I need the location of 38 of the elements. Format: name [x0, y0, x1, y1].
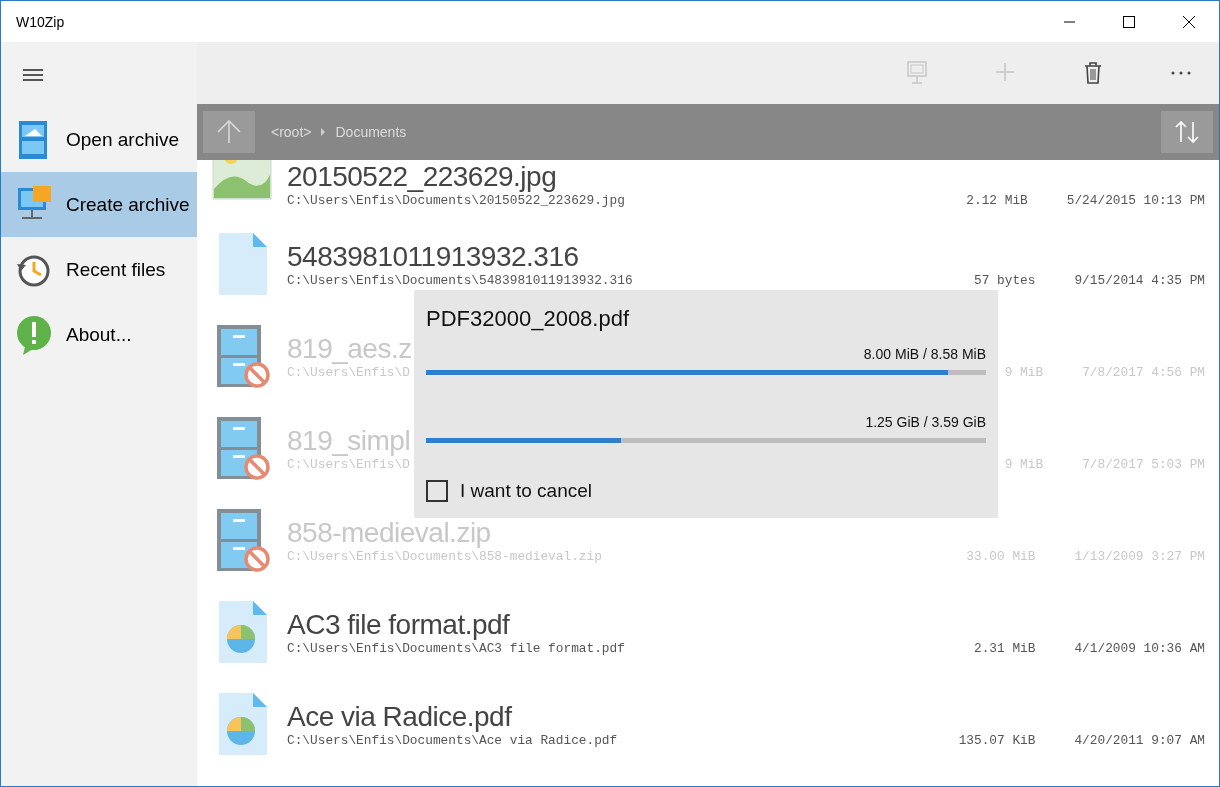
sidebar-item[interactable]: Create archive [1, 172, 197, 237]
file-path: C:\Users\Enfis\Documents\5483981011913932.316 [287, 274, 633, 288]
sort-button[interactable] [1161, 111, 1213, 153]
sort-icon [1174, 120, 1200, 144]
file-name[interactable]: 20150522_223629.jpg [287, 160, 1205, 194]
trash-icon [1083, 61, 1103, 85]
chevron-icon [321, 128, 326, 136]
more-icon [1171, 71, 1191, 75]
sidebar-item[interactable]: Open archive [1, 107, 197, 172]
dialog-title: PDF32000_2008.pdf [426, 306, 631, 332]
file-name[interactable]: Ace via Radice.pdf [287, 700, 1205, 734]
file-size: 2.31 MiB [974, 642, 1036, 656]
file-path: C:\Users\Enfis\Documents\AC3 file format.pdf [287, 642, 625, 656]
file-date: 9/15/2014 4:35 PM [1074, 274, 1205, 288]
file-path: C:\Users\Enfis\Documents\Ace via Radice.pdf [287, 734, 618, 748]
maximize-icon [1123, 15, 1135, 28]
info-bubble-icon [15, 314, 53, 355]
file-size: 57 bytes [974, 274, 1036, 288]
window-title: W10Zip [15, 13, 66, 30]
close-icon [1183, 15, 1195, 28]
minimize-icon [1063, 20, 1075, 23]
menu-icon [23, 68, 43, 81]
file-path: C:\Users\Enfis\Documents\20150522_223629.jpg [287, 194, 625, 208]
file-date: 4/1/2009 10:36 AM [1074, 642, 1205, 656]
progress-reading: 1.25 GiB / 3.59 GiB [864, 414, 986, 430]
file-name[interactable]: 5483981011913932.316 [287, 240, 1205, 274]
sidebar-item[interactable]: About... [1, 302, 197, 367]
file-size: 2.12 MiB [966, 194, 1028, 208]
file-size: 135.07 KiB [958, 734, 1036, 748]
monitor-icon [907, 61, 927, 85]
progress-reading: 8.00 MiB / 8.58 MiB [862, 346, 986, 362]
file-date: 5/24/2015 10:13 PM [1066, 194, 1205, 208]
up-arrow-icon [216, 119, 242, 145]
up-button[interactable] [203, 111, 255, 153]
file-date: 4/20/2011 9:07 AM [1074, 734, 1205, 748]
cancel-checkbox[interactable]: I want to cancel [426, 480, 593, 502]
sidebar-item[interactable]: Recent files [1, 237, 197, 302]
file-name[interactable]: AC3 file format.pdf [287, 608, 1205, 642]
